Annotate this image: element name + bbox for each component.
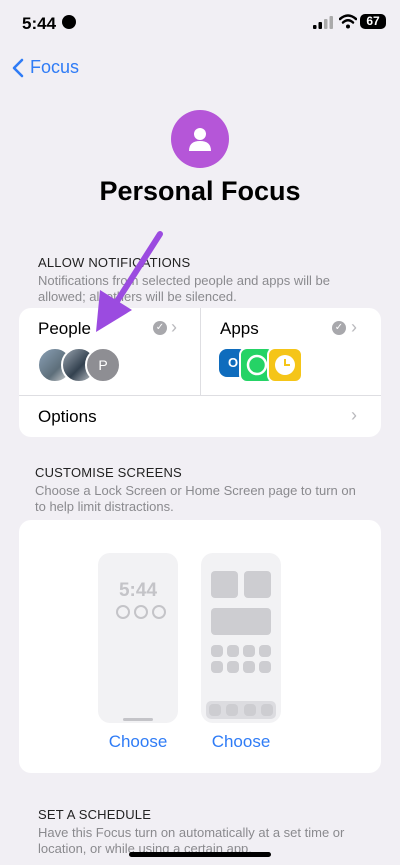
clock-app-icon (267, 347, 303, 383)
lock-screen-time: 5:44 (118, 580, 158, 601)
widget-placeholder (211, 608, 271, 635)
lock-screen-preview[interactable]: 5:44 (98, 553, 178, 723)
home-indicator[interactable] (129, 852, 271, 857)
person-icon (171, 110, 229, 168)
chevron-left-icon (12, 58, 24, 77)
lock-widgets (116, 605, 166, 619)
page-title: Personal Focus (99, 176, 301, 206)
choose-lock-screen-button[interactable]: Choose (98, 732, 178, 752)
choose-home-screen-button[interactable]: Choose (201, 732, 281, 752)
allow-notifications-card: People ✓ › P Apps ✓ › O Options › (19, 308, 381, 437)
status-time: 5:44 (22, 14, 57, 33)
apps-label: Apps (220, 319, 259, 338)
verified-icon: ✓ (332, 321, 346, 335)
lock-home-indicator (123, 718, 153, 721)
annotation-arrow-icon (96, 231, 163, 332)
people-label: People (38, 319, 91, 338)
back-label: Focus (30, 57, 80, 77)
customise-screens-desc-2: to help limit distractions. (35, 499, 174, 514)
options-row[interactable]: Options › (19, 396, 381, 437)
avatar-initial: P (85, 347, 121, 383)
allow-notifications-desc-1: Notifications from selected people and a… (38, 273, 330, 288)
wifi-icon (339, 14, 357, 29)
dock (206, 701, 276, 719)
apps-cell[interactable]: Apps ✓ › O (201, 308, 381, 395)
signal-icon (313, 16, 333, 29)
options-label: Options (38, 407, 97, 426)
chevron-right-icon: › (171, 317, 177, 337)
customise-screens-desc-1: Choose a Lock Screen or Home Screen page… (35, 483, 356, 498)
back-button[interactable]: Focus (12, 57, 79, 78)
widget-placeholder (211, 571, 238, 598)
customise-screens-card: 5:44 Choose Choose (19, 520, 381, 773)
schedule-desc-1: Have this Focus turn on automatically at… (38, 825, 345, 840)
app-grid (211, 645, 271, 673)
location-icon (62, 15, 76, 29)
home-screen-preview[interactable] (201, 553, 281, 723)
battery-indicator: 67 (360, 14, 386, 29)
chevron-right-icon: › (351, 317, 357, 337)
schedule-heading: SET A SCHEDULE (38, 807, 152, 822)
customise-screens-heading: CUSTOMISE SCREENS (35, 465, 182, 480)
chevron-right-icon: › (351, 405, 357, 425)
widget-placeholder (244, 571, 271, 598)
